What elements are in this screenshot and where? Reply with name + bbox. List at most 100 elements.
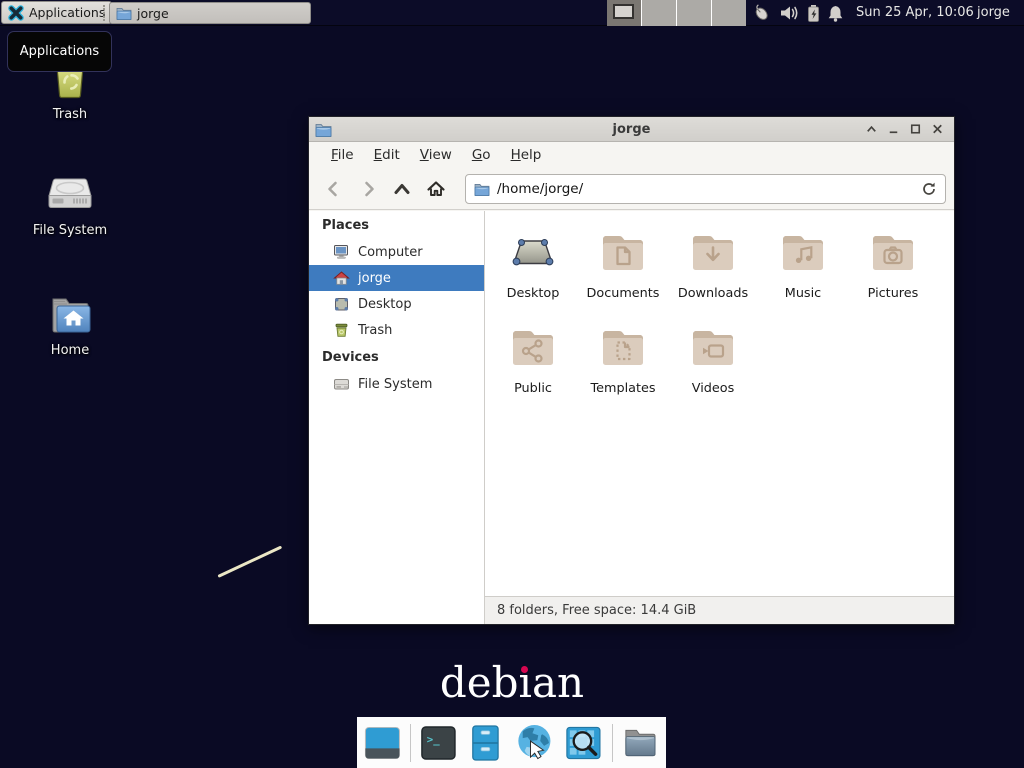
close-button[interactable]: [926, 117, 948, 142]
desktop-icon-label: File System: [22, 223, 118, 238]
statusbar: 8 folders, Free space: 14.4 GiB: [485, 596, 954, 624]
file-item-pictures[interactable]: Pictures: [848, 228, 938, 323]
file-item-music[interactable]: Music: [758, 228, 848, 323]
dock-panel: >_: [357, 717, 666, 768]
panel-username: jorge: [977, 0, 1010, 26]
downloads-folder-icon: [689, 228, 737, 276]
up-button[interactable]: [385, 174, 419, 204]
sidebar-item-label: jorge: [358, 271, 391, 286]
workspace-1[interactable]: [607, 0, 641, 26]
file-item-label: Documents: [578, 286, 668, 301]
system-tray: [750, 0, 844, 26]
templates-folder-icon: [599, 323, 647, 371]
sidebar-item-filesystem[interactable]: File System: [309, 371, 484, 397]
tooltip-text: Applications: [20, 44, 99, 59]
maximize-button[interactable]: [904, 117, 926, 142]
wallpaper-scratch-line: [217, 546, 281, 578]
sidebar: Places Computer jorge: [309, 211, 485, 624]
applications-menu-icon: [8, 5, 24, 21]
sidebar-item-trash[interactable]: Trash: [309, 317, 484, 343]
workspace-2[interactable]: [642, 0, 676, 26]
home-icon: [333, 270, 350, 286]
menu-help[interactable]: Help: [501, 142, 552, 169]
file-item-public[interactable]: Public: [488, 323, 578, 418]
sidebar-header-devices: Devices: [309, 345, 484, 371]
sidebar-item-home[interactable]: jorge: [309, 265, 484, 291]
minimize-button[interactable]: [882, 117, 904, 142]
forward-button[interactable]: [351, 174, 385, 204]
dock-web-browser-icon[interactable]: [513, 721, 556, 765]
applications-tooltip: Applications: [7, 31, 112, 72]
file-manager-window: jorge File Edit View Go Help: [308, 116, 955, 625]
sidebar-item-desktop[interactable]: Desktop: [309, 291, 484, 317]
dock-separator: [612, 724, 613, 762]
debian-red-dot: [521, 666, 528, 673]
dock-file-manager-icon[interactable]: [621, 723, 660, 763]
file-item-label: Templates: [578, 381, 668, 396]
logo-text: deb: [440, 658, 519, 707]
icon-grid: Desktop Documents: [485, 211, 954, 418]
window-content: Places Computer jorge: [309, 211, 954, 624]
menu-view[interactable]: View: [410, 142, 462, 169]
menu-file[interactable]: File: [321, 142, 364, 169]
dock-file-cabinet-icon[interactable]: [466, 723, 505, 763]
home-folder-icon: [46, 290, 94, 338]
menubar: File Edit View Go Help: [309, 142, 954, 169]
menu-edit[interactable]: Edit: [364, 142, 410, 169]
sidebar-item-label: Trash: [358, 323, 392, 338]
panel-clock[interactable]: Sun 25 Apr, 10:06: [856, 0, 974, 26]
volume-icon[interactable]: [779, 3, 800, 23]
file-item-templates[interactable]: Templates: [578, 323, 668, 418]
dock-separator: [410, 724, 411, 762]
applications-menu-button[interactable]: Applications: [1, 1, 112, 24]
reload-icon[interactable]: [921, 181, 937, 197]
debian-wallpaper-logo: debıan: [400, 658, 624, 707]
computer-icon: [333, 244, 350, 260]
file-item-desktop[interactable]: Desktop: [488, 228, 578, 323]
notifications-bell-icon[interactable]: [827, 4, 844, 22]
menu-go[interactable]: Go: [462, 142, 501, 169]
window-titlebar[interactable]: jorge: [309, 117, 954, 142]
desktop-folder-icon: [509, 228, 557, 276]
file-item-documents[interactable]: Documents: [578, 228, 668, 323]
file-item-videos[interactable]: Videos: [668, 323, 758, 418]
location-path[interactable]: /home/jorge/: [497, 181, 914, 197]
workspace-4[interactable]: [712, 0, 746, 26]
harddrive-icon: [46, 170, 94, 218]
sidebar-item-computer[interactable]: Computer: [309, 239, 484, 265]
documents-folder-icon: [599, 228, 647, 276]
icon-view-pane: Desktop Documents: [485, 211, 954, 624]
desktop-icon-label: Trash: [22, 107, 118, 122]
dock-desktop-icon[interactable]: [363, 723, 402, 763]
workspace-window-preview: [613, 4, 634, 19]
file-item-label: Desktop: [488, 286, 578, 301]
file-item-label: Videos: [668, 381, 758, 396]
taskbar-window-label: jorge: [137, 6, 169, 21]
taskbar-window-button[interactable]: jorge: [109, 2, 311, 24]
desktop-icon-filesystem[interactable]: File System: [22, 170, 118, 238]
back-button[interactable]: [317, 174, 351, 204]
toolbar: /home/jorge/: [309, 169, 954, 210]
mouse-settings-icon[interactable]: [750, 2, 772, 24]
svg-text:>_: >_: [427, 733, 440, 746]
applications-menu-label: Applications: [29, 5, 105, 20]
location-bar[interactable]: /home/jorge/: [465, 174, 946, 204]
public-folder-icon: [509, 323, 557, 371]
taskbar-handle[interactable]: [103, 5, 105, 21]
home-button[interactable]: [419, 174, 453, 204]
file-item-label: Public: [488, 381, 578, 396]
battery-icon[interactable]: [807, 4, 820, 23]
videos-folder-icon: [689, 323, 737, 371]
pictures-folder-icon: [869, 228, 917, 276]
workspace-3[interactable]: [677, 0, 711, 26]
dock-app-finder-icon[interactable]: [563, 722, 604, 764]
shade-button[interactable]: [860, 117, 882, 142]
dock-terminal-icon[interactable]: >_: [419, 723, 458, 763]
file-item-label: Downloads: [668, 286, 758, 301]
harddrive-icon: [333, 376, 350, 392]
file-item-downloads[interactable]: Downloads: [668, 228, 758, 323]
desktop-icon-home[interactable]: Home: [22, 290, 118, 358]
desktop-icon-label: Home: [22, 343, 118, 358]
file-item-label: Music: [758, 286, 848, 301]
sidebar-item-label: Desktop: [358, 297, 412, 312]
